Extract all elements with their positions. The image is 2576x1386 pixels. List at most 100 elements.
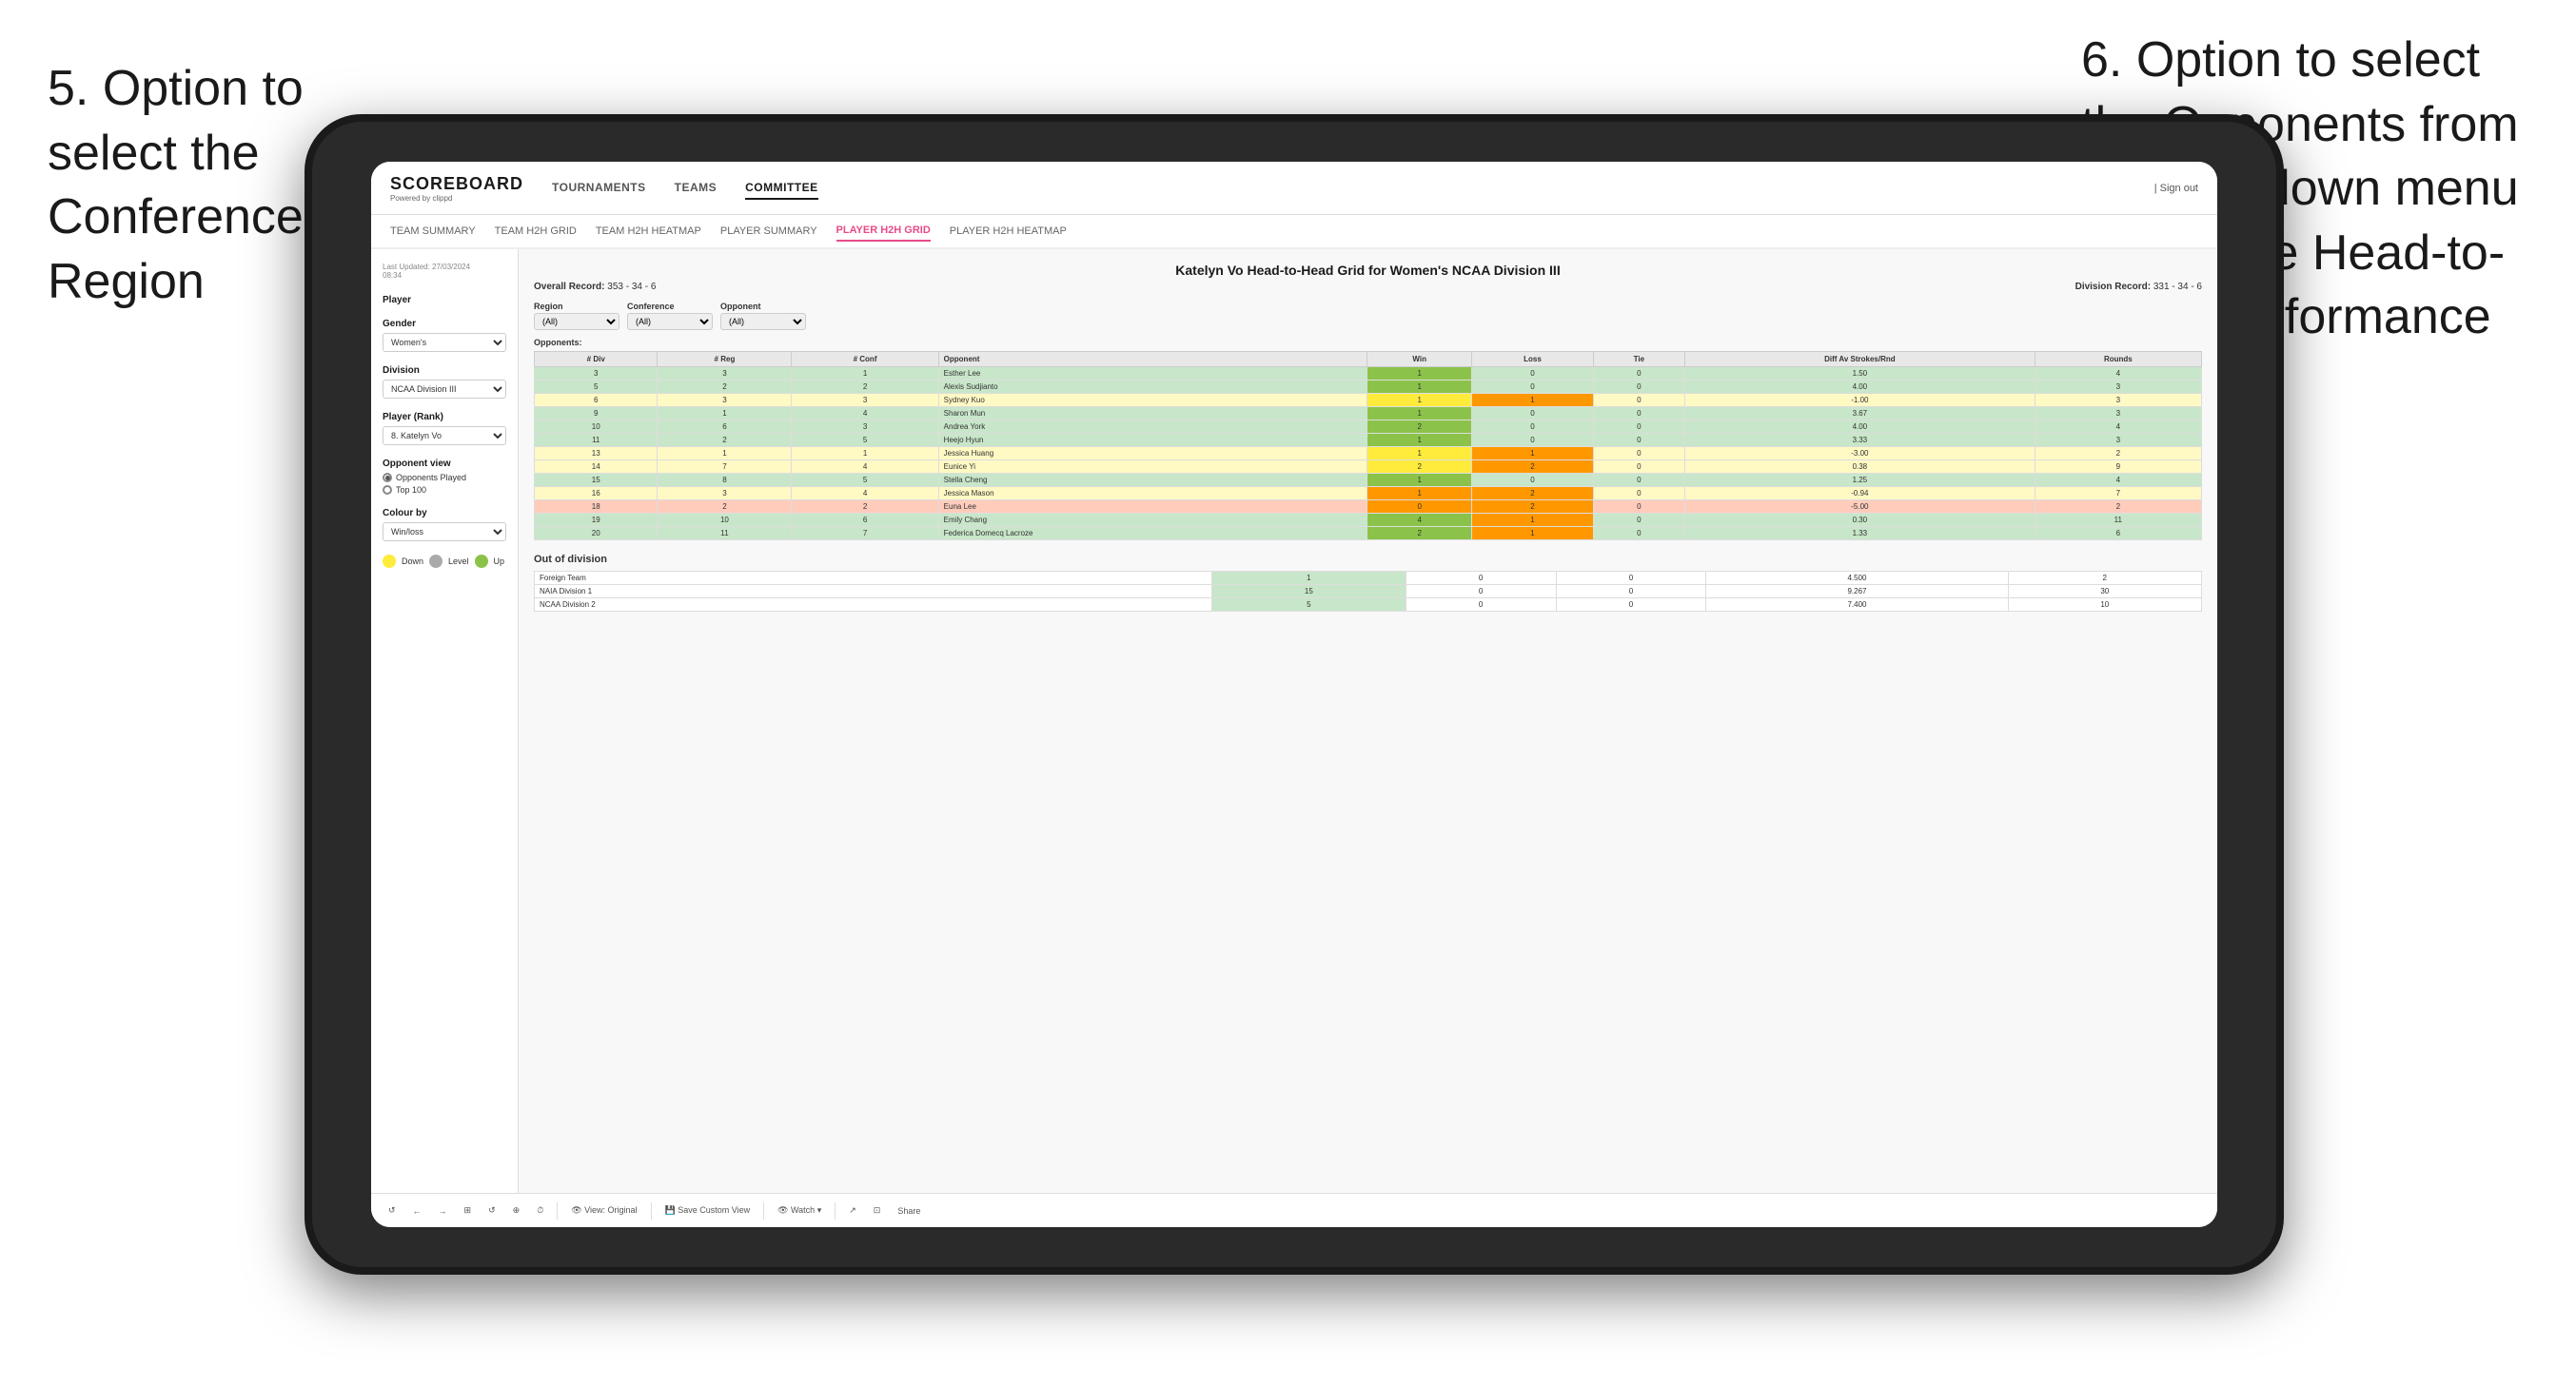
col-opponent: Opponent xyxy=(938,352,1367,367)
legend-label-up: Up xyxy=(494,556,505,566)
sub-nav-player-h2h-heatmap[interactable]: PLAYER H2H HEATMAP xyxy=(950,222,1067,241)
table-row: 1634Jessica Mason120-0.947 xyxy=(535,487,2202,500)
cell-value: 1 xyxy=(1472,394,1594,407)
opponent-radio-group: Opponents Played Top 100 xyxy=(383,473,506,495)
radio-label-top100: Top 100 xyxy=(396,485,426,495)
cell-opponent-name: Andrea York xyxy=(938,420,1367,434)
table-row: 1311Jessica Huang110-3.002 xyxy=(535,447,2202,460)
cell-value: 0 xyxy=(1593,434,1684,447)
cell-value: 1 xyxy=(1367,474,1472,487)
cell-value: 7 xyxy=(792,527,938,540)
grid-title: Katelyn Vo Head-to-Head Grid for Women's… xyxy=(534,263,2202,278)
out-division-cell: 5 xyxy=(1212,598,1406,612)
cell-value: 11 xyxy=(535,434,658,447)
toolbar-back[interactable]: ← xyxy=(409,1204,425,1218)
division-select[interactable]: NCAA Division III NCAA Division I xyxy=(383,380,506,399)
player-rank-select[interactable]: 8. Katelyn Vo xyxy=(383,426,506,445)
cell-value: 1 xyxy=(658,447,792,460)
sign-out-link[interactable]: Sign out xyxy=(2160,183,2198,194)
out-division-body: Foreign Team1004.5002NAIA Division 11500… xyxy=(535,572,2202,612)
cell-value: 0 xyxy=(1593,514,1684,527)
cell-value: 3 xyxy=(2035,394,2201,407)
toolbar-divider-3 xyxy=(763,1202,764,1220)
toolbar-timer[interactable]: ⏱ xyxy=(533,1203,547,1218)
table-row: 633Sydney Kuo110-1.003 xyxy=(535,394,2202,407)
cell-value: 1 xyxy=(1367,394,1472,407)
sub-nav: TEAM SUMMARY TEAM H2H GRID TEAM H2H HEAT… xyxy=(371,215,2217,249)
filter-conference: Conference (All) xyxy=(627,302,713,330)
radio-opponents-played[interactable]: Opponents Played xyxy=(383,473,506,482)
cell-value: -5.00 xyxy=(1685,500,2035,514)
nav-committee[interactable]: COMMITTEE xyxy=(745,177,818,200)
nav-tournaments[interactable]: TOURNAMENTS xyxy=(552,177,646,200)
cell-value: 0 xyxy=(1593,367,1684,381)
cell-value: 7 xyxy=(658,460,792,474)
toolbar-refresh[interactable]: ↺ xyxy=(484,1203,500,1218)
nav-teams[interactable]: TEAMS xyxy=(675,177,718,200)
cell-value: 2 xyxy=(658,500,792,514)
toolbar-share-icon[interactable]: ↗ xyxy=(845,1203,860,1218)
cell-value: 4 xyxy=(792,407,938,420)
toolbar-undo[interactable]: ↺ xyxy=(384,1203,400,1218)
cell-value: 1 xyxy=(1367,434,1472,447)
cell-value: 0.38 xyxy=(1685,460,2035,474)
right-content: Katelyn Vo Head-to-Head Grid for Women's… xyxy=(519,249,2217,1193)
out-division-cell: 10 xyxy=(2008,598,2201,612)
cell-value: 15 xyxy=(535,474,658,487)
cell-value: 6 xyxy=(792,514,938,527)
cell-value: 6 xyxy=(535,394,658,407)
cell-opponent-name: Federica Domecq Lacroze xyxy=(938,527,1367,540)
region-select[interactable]: (All) xyxy=(534,313,619,330)
radio-top100[interactable]: Top 100 xyxy=(383,485,506,495)
toolbar-share[interactable]: Share xyxy=(894,1204,924,1218)
cell-value: 1 xyxy=(658,407,792,420)
division-section: Division NCAA Division III NCAA Division… xyxy=(383,365,506,399)
colour-by-label: Colour by xyxy=(383,508,506,518)
toolbar-add[interactable]: ⊕ xyxy=(509,1203,524,1218)
player-rank-label: Player (Rank) xyxy=(383,412,506,422)
toolbar-grid[interactable]: ⊞ xyxy=(461,1203,476,1218)
toolbar-watch[interactable]: 👁 Watch ▾ xyxy=(774,1203,825,1218)
sub-nav-player-h2h-grid[interactable]: PLAYER H2H GRID xyxy=(836,221,931,242)
sub-nav-team-h2h-heatmap[interactable]: TEAM H2H HEATMAP xyxy=(596,222,701,241)
out-division-row: NCAA Division 25007.40010 xyxy=(535,598,2202,612)
toolbar-forward[interactable]: → xyxy=(435,1204,451,1218)
player-section: Player xyxy=(383,295,506,305)
cell-value: 1 xyxy=(1367,407,1472,420)
cell-value: 5 xyxy=(792,474,938,487)
table-row: 331Esther Lee1001.504 xyxy=(535,367,2202,381)
cell-value: 5 xyxy=(535,381,658,394)
cell-value: 0 xyxy=(1472,407,1594,420)
out-of-division-title: Out of division xyxy=(534,554,2202,565)
conference-select[interactable]: (All) xyxy=(627,313,713,330)
cell-value: 10 xyxy=(535,420,658,434)
opponent-select[interactable]: (All) xyxy=(720,313,806,330)
colour-by-select[interactable]: Win/loss xyxy=(383,522,506,541)
out-division-cell: 1 xyxy=(1212,572,1406,585)
bottom-toolbar: ↺ ← → ⊞ ↺ ⊕ ⏱ 👁 View: Original 💾 Save Cu… xyxy=(371,1193,2217,1227)
cell-value: 1 xyxy=(1367,381,1472,394)
toolbar-layout[interactable]: ⊡ xyxy=(870,1203,885,1218)
overall-record: Overall Record: 353 - 34 - 6 xyxy=(534,282,656,292)
scoreboard-logo: SCOREBOARD Powered by clippd xyxy=(390,174,523,203)
cell-value: 16 xyxy=(535,487,658,500)
sub-nav-team-h2h-grid[interactable]: TEAM H2H GRID xyxy=(495,222,577,241)
main-content: Last Updated: 27/03/2024 08:34 Player Ge… xyxy=(371,249,2217,1193)
out-division-cell: NAIA Division 1 xyxy=(535,585,1212,598)
out-division-cell: 0 xyxy=(1556,598,1706,612)
toolbar-save-custom-view[interactable]: 💾 Save Custom View xyxy=(661,1203,755,1218)
records-row: Overall Record: 353 - 34 - 6 Division Re… xyxy=(534,282,2202,292)
gender-select[interactable]: Women's Men's xyxy=(383,333,506,352)
cell-value: 0 xyxy=(1472,420,1594,434)
sub-nav-team-summary[interactable]: TEAM SUMMARY xyxy=(390,222,476,241)
out-division-cell: NCAA Division 2 xyxy=(535,598,1212,612)
cell-value: 19 xyxy=(535,514,658,527)
cell-value: 0.30 xyxy=(1685,514,2035,527)
cell-value: 0 xyxy=(1593,527,1684,540)
cell-value: 2 xyxy=(1472,460,1594,474)
cell-value: 3 xyxy=(658,367,792,381)
cell-value: 7 xyxy=(2035,487,2201,500)
toolbar-view-original[interactable]: 👁 View: Original xyxy=(567,1203,640,1218)
sub-nav-player-summary[interactable]: PLAYER SUMMARY xyxy=(720,222,817,241)
opponents-label: Opponents: xyxy=(534,338,2202,347)
